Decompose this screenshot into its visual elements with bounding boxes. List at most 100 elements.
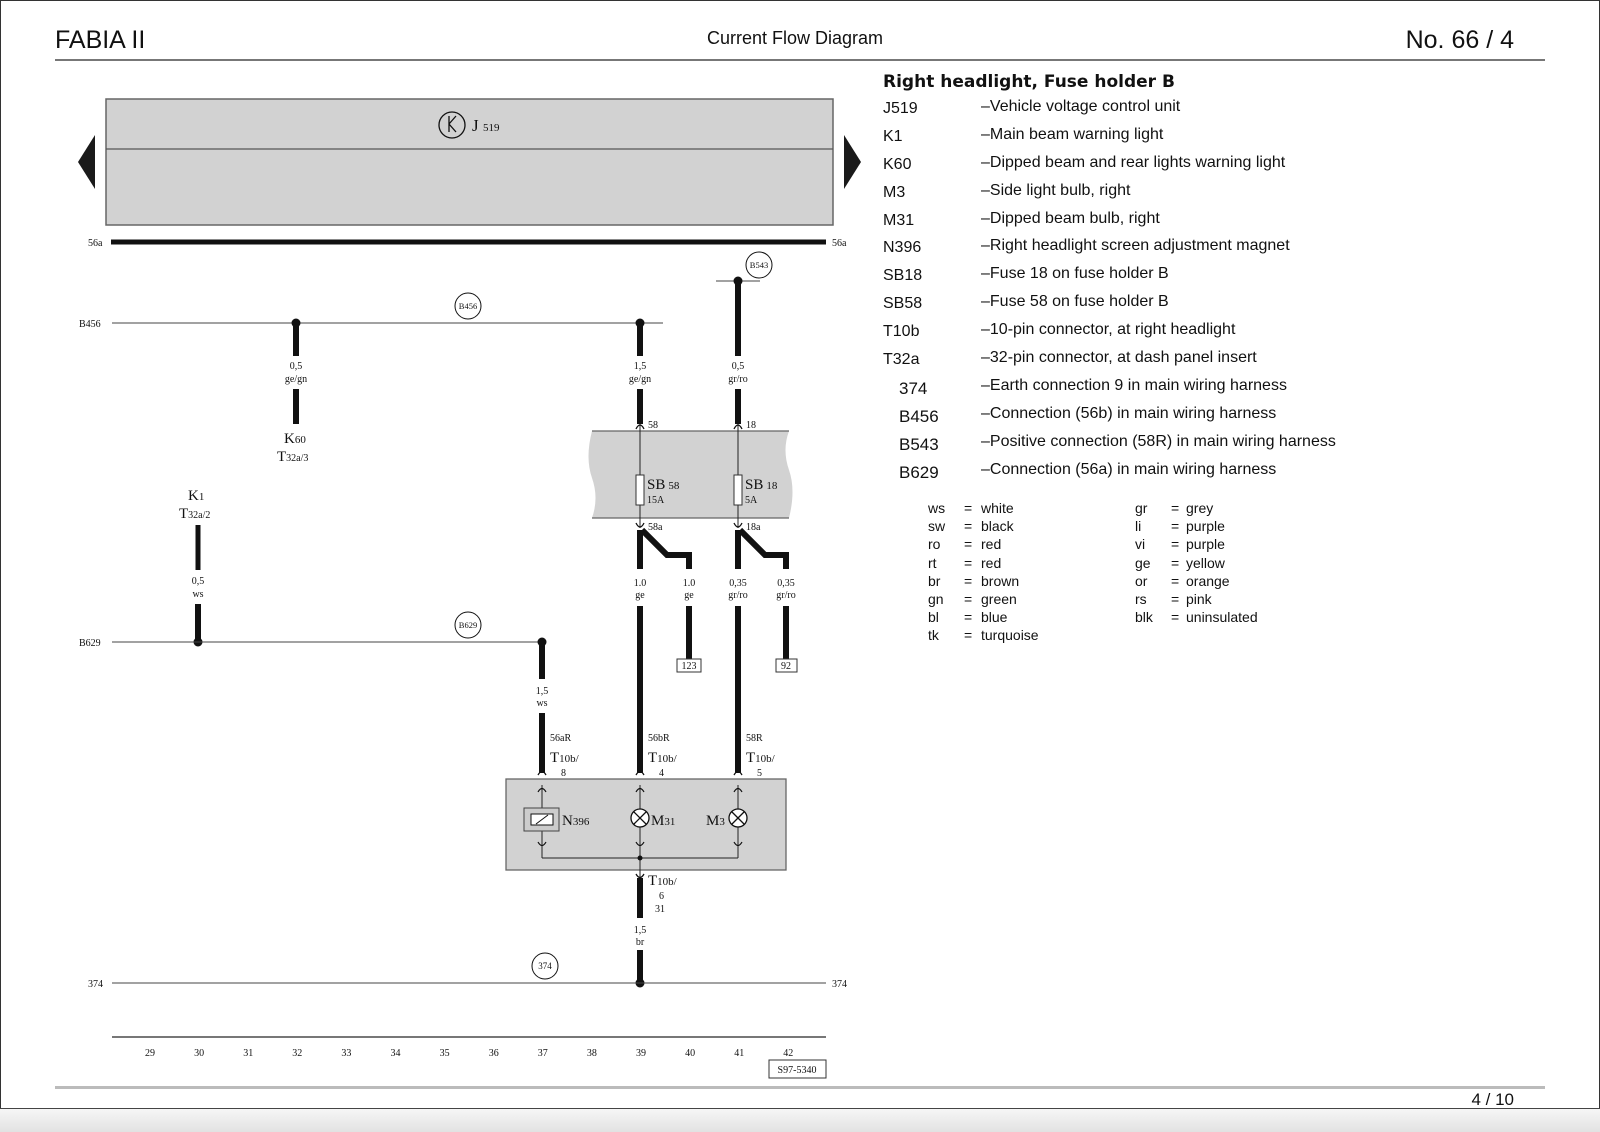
legend-item: 374 –Earth connection 9 in main wiring ha… [883,377,1443,405]
color-abbr: br [928,572,941,589]
earth-connector: T10b/ [648,873,678,889]
page-prev-arrow-icon[interactable] [78,135,95,189]
legend-description: –10-pin connector, at right headlight [981,321,1236,339]
color-equals: = [1171,518,1180,535]
legend-item: J519 –Vehicle voltage control unit [883,98,1443,126]
legend-description: –Fuse 18 on fuse holder B [981,265,1169,283]
legend-item: T10b –10-pin connector, at right headligh… [883,321,1443,349]
legend-item: T32a –32-pin connector, at dash panel ins… [883,349,1443,377]
color-name: black [981,518,1014,535]
m31-pin: 4 [659,768,664,779]
ruler-tick-label: 41 [734,1048,744,1059]
wire-k1-size: 0,5 [192,576,205,587]
legend-item: SB58 –Fuse 58 on fuse holder B [883,293,1443,321]
b456-badge-label: B456 [459,301,477,311]
m3-pin: 5 [757,768,762,779]
ruler-tick-label: 36 [489,1048,499,1059]
wire-n396-size: 1,5 [536,686,549,697]
wire-n396-color: ws [536,698,547,709]
color-equals: = [1171,590,1180,607]
k1-name: K1 [188,488,204,504]
color-abbr: ro [928,536,941,553]
ruler-tick-label: 29 [145,1048,155,1059]
color-equals: = [964,572,973,589]
legend-code: T10b [883,323,920,341]
ruler-tick-label: 39 [636,1048,646,1059]
color-equals: = [964,500,973,516]
color-abbr: ge [1135,554,1151,571]
legend-code: K1 [883,127,903,145]
rail-earth-label-right: 374 [832,979,847,990]
wire-ref123-size: 1.0 [683,578,696,589]
ruler-tick-label: 38 [587,1048,597,1059]
color-name: yellow [1186,554,1225,571]
legend-code: SB18 [883,267,923,285]
legend-item: N396 –Right headlight screen adjustment m… [883,237,1443,265]
color-equals: = [964,590,973,607]
legend-item: M3 –Side light bulb, right [883,182,1443,210]
color-abbr: ws [928,500,946,516]
rail-b629-label: B629 [79,638,101,649]
legend-code: K60 [883,155,912,173]
sb18-rating: 5A [745,495,758,506]
legend-code: M3 [883,183,906,201]
legend-code: 374 [899,378,928,398]
m3-connector: T10b/ [746,750,776,766]
sb58-pin-out: 58a [648,522,663,533]
wire-ref92-color: gr/ro [776,590,795,601]
color-key-row: bl = blue blk = uninsulated [928,609,1328,627]
wire-m31-color: ge [635,590,645,601]
legend-description: –Positive connection (58R) in main wirin… [981,432,1336,450]
ruler-tick-label: 32 [292,1048,302,1059]
color-key-row: gn = green rs = pink [928,591,1328,609]
color-abbr: li [1135,518,1142,535]
color-equals: = [1171,500,1180,516]
legend-item: M31 –Dipped beam bulb, right [883,210,1443,238]
page-indicator: 4 / 10 [1471,1090,1514,1109]
color-abbr: rt [928,554,937,571]
legend-description: –Right headlight screen adjustment magne… [981,237,1290,255]
ruler-tick-label: 42 [783,1048,793,1059]
earth-pin: 6 [659,891,664,902]
wire-m3-size: 0,35 [729,578,747,589]
color-abbr: rs [1135,590,1147,607]
legend-description: –Dipped beam bulb, right [981,209,1160,227]
wire-earth-size: 1,5 [634,925,647,936]
color-name: blue [981,609,1008,626]
color-equals: = [964,609,973,626]
legend-description: –Side light bulb, right [981,181,1131,199]
right-headlight-unit [505,770,787,895]
component-legend: J519 –Vehicle voltage control unit K1 –Main… [883,98,1443,488]
ruler-ticks: 29 30 31 32 33 34 35 36 37 38 39 40 41 42 [145,1048,793,1059]
legend-description: –Connection (56b) in main wiring harness [981,404,1277,422]
legend-item: B629 –Connection (56a) in main wiring har… [883,461,1443,489]
control-unit-box [105,98,834,226]
wire-earth-color: br [636,937,645,948]
color-equals: = [964,627,973,644]
legend-title: Right headlight, Fuse holder B [883,72,1175,92]
rail-b456-label: B456 [79,319,101,330]
fuse-holder-b [588,430,793,519]
color-name: red [981,536,1002,553]
ruler-tick-label: 34 [391,1048,401,1059]
ref-123-label: 123 [682,661,697,672]
page-next-arrow-icon[interactable] [844,135,861,189]
legend-description: –Earth connection 9 in main wiring harne… [981,376,1287,394]
color-key-row: sw = black li = purple [928,518,1328,536]
color-equals: = [1171,609,1180,626]
m3-bulb-icon [728,808,748,828]
k60-connector: T32a/3 [277,449,308,465]
legend-code: J519 [883,100,918,117]
ruler-tick-label: 40 [685,1048,695,1059]
m3-label: M3 [706,813,725,829]
legend-item: B456 –Connection (56b) in main wiring har… [883,405,1443,433]
color-key-row: rt = red ge = yellow [928,555,1328,573]
j519-number: 519 [483,122,500,134]
color-name: orange [1186,572,1230,589]
k1-connector: T32a/2 [179,506,210,522]
legend-code: M31 [883,211,915,229]
wire-fuse58-in-size: 1,5 [634,361,647,372]
n396-terminal: 56aR [550,733,571,744]
wire-k1-color: ws [192,589,203,600]
sb18-pin-out: 18a [746,522,761,533]
